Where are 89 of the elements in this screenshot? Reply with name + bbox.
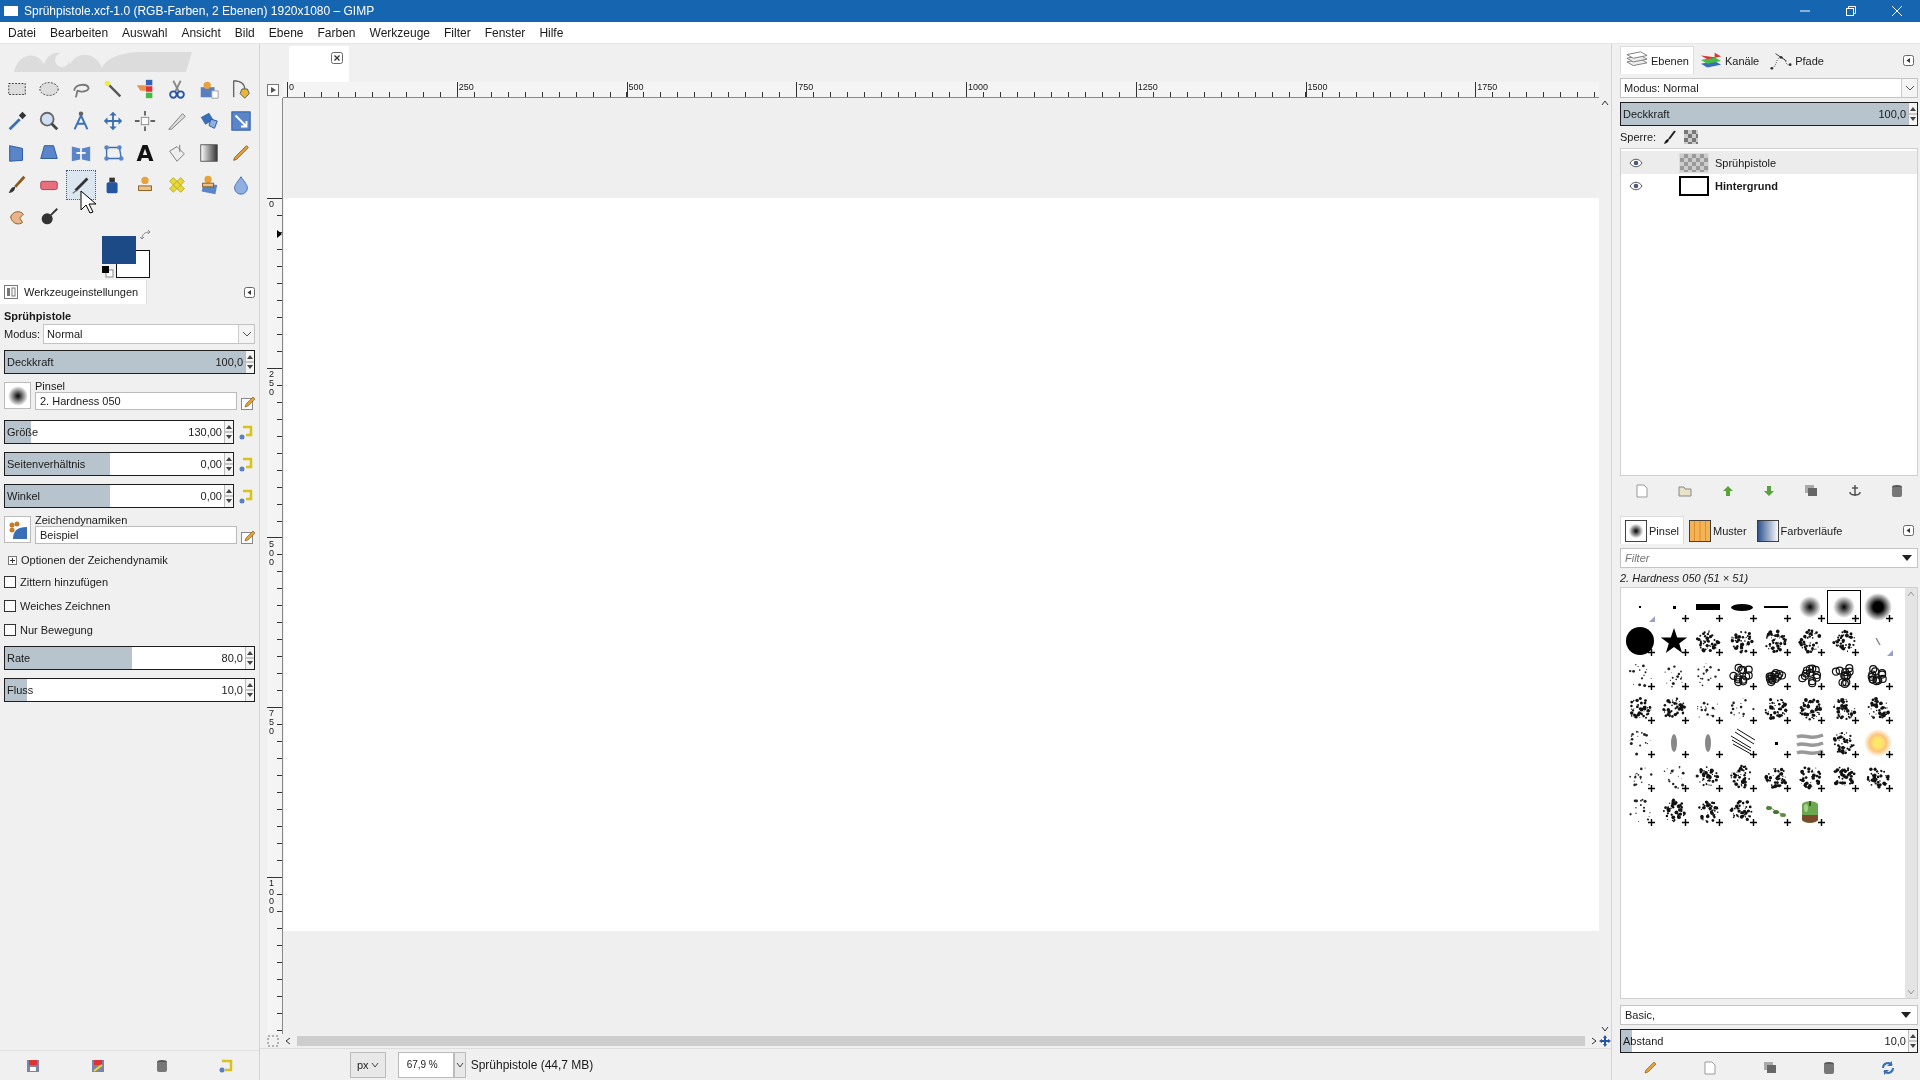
tab-label: Pinsel xyxy=(1649,524,1679,537)
ruler-label: 750 xyxy=(269,709,275,737)
slider-label: Fluss xyxy=(7,684,34,696)
preset-dropdown[interactable]: Basic, xyxy=(1620,1005,1918,1025)
ruler-label: 1750 xyxy=(1477,83,1498,92)
layer-name: Hintergrund xyxy=(1715,179,1778,192)
slider-label: Größe xyxy=(7,426,39,438)
tab-label: Kanäle xyxy=(1724,54,1760,67)
checkbox-label: Nur Bewegung xyxy=(20,624,93,636)
slider-label: Abstand xyxy=(1623,1035,1664,1047)
slider[interactable]: Seitenverhältnis 0,00 xyxy=(4,452,234,476)
menu-item[interactable]: Datei xyxy=(0,21,42,44)
slider[interactable]: Rate 80,0 xyxy=(4,646,255,670)
menu-item[interactable]: Hilfe xyxy=(531,21,570,44)
slider-value: 100,0 xyxy=(215,356,243,368)
field-label: Zeichendynamiken xyxy=(35,514,129,526)
slider[interactable]: Winkel 0,00 xyxy=(4,484,234,508)
tool-name: Sprühpistole xyxy=(4,310,73,322)
ruler-label: 0 xyxy=(289,83,294,92)
ruler-label: 250 xyxy=(269,369,275,397)
ruler-label: 250 xyxy=(458,83,474,92)
slider-label: Winkel xyxy=(7,490,40,502)
text-tool-glyph: A xyxy=(136,140,154,166)
status-text: Sprühpistole (44,7 MB) xyxy=(470,1057,594,1072)
slider[interactable]: Deckkraft 100,0 xyxy=(1620,102,1918,126)
menu-item[interactable]: Auswahl xyxy=(114,21,174,44)
slider-value: 130,00 xyxy=(188,426,222,438)
menu-item[interactable]: Ebene xyxy=(260,21,310,44)
slider[interactable]: Größe 130,00 xyxy=(4,420,234,444)
unit-dropdown[interactable]: px xyxy=(350,1051,386,1078)
menu-item[interactable]: Bild xyxy=(226,21,261,44)
filter-field[interactable]: Filter xyxy=(1620,548,1918,568)
slider[interactable]: Abstand 10,0 xyxy=(1620,1029,1918,1053)
tab-label: Pfade xyxy=(1795,54,1824,67)
menu-item[interactable]: Bearbeiten xyxy=(42,21,115,44)
layer-row[interactable]: Sprühpistole xyxy=(1621,151,1917,174)
layer-row[interactable]: Hintergrund xyxy=(1621,174,1917,197)
field-label: Sperre: xyxy=(1620,131,1657,143)
ruler-label: 500 xyxy=(628,83,644,92)
slider-label: Rate xyxy=(7,652,31,664)
tab-label: Farbverläufe xyxy=(1780,524,1843,537)
slider-label: Seitenverhältnis xyxy=(7,458,86,470)
slider[interactable]: Fluss 10,0 xyxy=(4,678,255,702)
slider-value: 80,0 xyxy=(221,652,243,664)
panel-tab[interactable]: Pinsel xyxy=(1620,516,1684,544)
layer-name: Sprühpistole xyxy=(1715,156,1777,169)
field-label: Modus: xyxy=(4,328,41,340)
menu-item[interactable]: Farben xyxy=(309,21,362,44)
tab-label: Werkzeugeinstellungen xyxy=(24,286,139,298)
menu-item[interactable]: Filter xyxy=(436,21,477,44)
mode-dropdown[interactable]: Modus: Normal xyxy=(1620,78,1918,98)
slider-value: 10,0 xyxy=(1884,1035,1906,1047)
dynamics-field[interactable]: Beispiel xyxy=(35,526,237,544)
slider[interactable]: Deckkraft 100,0 xyxy=(4,350,255,374)
tool-button[interactable]: A xyxy=(130,138,160,168)
checkbox-label: Weiches Zeichnen xyxy=(20,600,111,612)
panel-tab[interactable]: Ebenen xyxy=(1620,46,1694,74)
ruler-label: 0 xyxy=(269,200,275,209)
field-label: Pinsel xyxy=(35,380,66,392)
panel-tab[interactable]: Farbverläufe xyxy=(1751,516,1848,544)
slider-label: Deckkraft xyxy=(1623,108,1670,120)
menu-item[interactable]: Fenster xyxy=(476,21,532,44)
panel-tab[interactable]: Kanäle xyxy=(1693,46,1765,74)
ruler-label: 1250 xyxy=(1137,83,1158,92)
panel-tab[interactable]: Werkzeugeinstellungen xyxy=(0,280,148,304)
ruler-label: 1500 xyxy=(1307,83,1328,92)
mode-dropdown[interactable]: Normal xyxy=(43,324,255,344)
ruler-label: 1000 xyxy=(269,879,275,915)
slider-value: 0,00 xyxy=(200,490,222,502)
slider-label: Deckkraft xyxy=(7,356,54,368)
tab-label: Muster xyxy=(1712,524,1747,537)
brush-field[interactable]: 2. Hardness 050 xyxy=(35,392,237,410)
ruler-label: 500 xyxy=(269,539,275,567)
slider-value: 0,00 xyxy=(200,458,222,470)
panel-tab[interactable]: Muster xyxy=(1683,516,1752,544)
menu-item[interactable]: Ansicht xyxy=(173,21,227,44)
ruler-label: 750 xyxy=(798,83,814,92)
menu-item[interactable]: Werkzeuge xyxy=(361,21,436,44)
ruler-label: 1000 xyxy=(968,83,989,92)
tab-label: Ebenen xyxy=(1651,54,1689,67)
checkbox-label: Zittern hinzufügen xyxy=(20,576,109,588)
expander-label: Optionen der Zeichendynamik xyxy=(21,554,168,566)
dropdown-value: Basic, xyxy=(1625,1009,1656,1021)
zoom-field[interactable]: 67,9 % xyxy=(397,1051,454,1078)
slider-value: 100,0 xyxy=(1878,108,1906,120)
brush-name: 2. Hardness 050 (51 × 51) xyxy=(1620,572,1750,584)
window-title: Sprühpistole.xcf-1.0 (RGB-Farben, 2 Ebenen) 1920x1080 – GIMP xyxy=(24,4,375,18)
slider-value: 10,0 xyxy=(221,684,243,696)
panel-tab[interactable]: Pfade xyxy=(1764,46,1829,74)
